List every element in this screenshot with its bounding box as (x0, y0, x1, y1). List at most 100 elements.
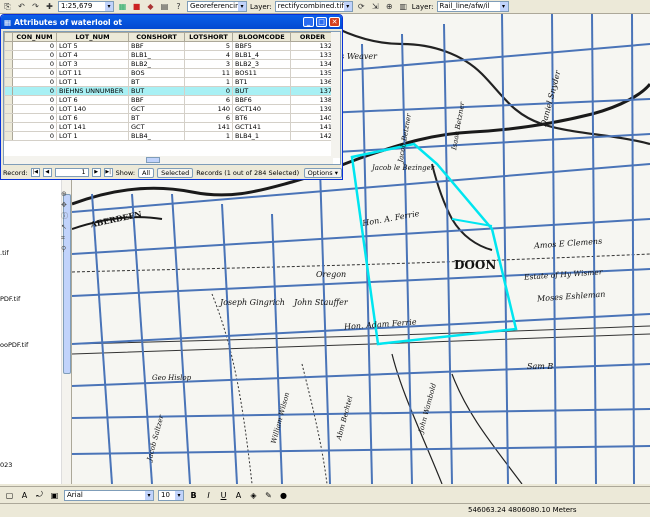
table-cell[interactable]: 0 (12, 50, 57, 60)
table-row[interactable]: 0 LOT 3 BLB2_ 3 BLB2_3 134 (4, 59, 335, 69)
maximize-button[interactable]: □ (316, 17, 327, 27)
toc-layer-item[interactable]: .tif (0, 249, 9, 257)
table-row[interactable]: 0 BIEHNS UNNUMBER BUT 0 BUT 137 (4, 86, 335, 96)
options-button[interactable]: Options ▾ (303, 167, 342, 178)
table-row[interactable]: 0 LOT 1 BT 1 BT1 136 (4, 77, 335, 87)
help-icon[interactable]: ? (173, 1, 184, 12)
toc-layer-item[interactable]: ooPDF.tif (0, 341, 28, 349)
table-row[interactable]: 0 LOT 6 BBF 6 BBF6 138 (4, 95, 335, 105)
table-row[interactable]: 0 LOT 6 BT 6 BT6 140 (4, 113, 335, 123)
table-cell[interactable]: 139 (290, 104, 335, 114)
model-builder-icon[interactable]: ◆ (145, 1, 156, 12)
table-cell[interactable]: 0 (12, 95, 57, 105)
table-cell[interactable]: 0 (12, 59, 57, 69)
pointer-icon[interactable]: ↖ (61, 223, 72, 231)
copy-icon[interactable]: ⎘ (2, 1, 13, 12)
table-cell[interactable]: 1 (184, 77, 233, 87)
table-cell[interactable]: LOT 4 (56, 50, 129, 60)
georeferencing-menu[interactable]: Georeferencing ▾ (187, 1, 247, 12)
last-record-button[interactable]: ▶| (103, 168, 113, 177)
row-selector[interactable] (4, 59, 13, 69)
layer-combo[interactable]: Rail_line/afw/il ▾ (436, 1, 509, 12)
table-cell[interactable]: LOT 141 (56, 122, 129, 132)
table-cell[interactable]: 137 (290, 86, 335, 96)
table-cell[interactable]: BUT (232, 86, 291, 96)
table-cell[interactable]: GCT (128, 122, 185, 132)
table-cell[interactable]: BIEHNS UNNUMBER (56, 86, 129, 96)
table-cell[interactable]: BOS11 (232, 68, 291, 78)
control-points-icon[interactable]: ⊕ (384, 1, 395, 12)
show-selected-button[interactable]: Selected (157, 167, 194, 178)
row-selector[interactable] (4, 50, 13, 60)
table-row[interactable]: 0 LOT 11 BOS 11 BOS11 135 (4, 68, 335, 78)
table-cell[interactable]: BBF (128, 95, 185, 105)
table-cell[interactable]: 5 (184, 41, 233, 51)
table-cell[interactable]: BLB1_4 (232, 50, 291, 60)
table-cell[interactable]: BT6 (232, 113, 291, 123)
table-cell[interactable]: 4 (184, 50, 233, 60)
arctoolbox-icon[interactable]: ■ (131, 1, 142, 12)
row-selector[interactable] (4, 41, 13, 51)
table-cell[interactable]: LOT 5 (56, 41, 129, 51)
identify-icon[interactable]: ⓘ (61, 212, 72, 220)
table-cell[interactable]: 141 (184, 122, 233, 132)
table-cell[interactable]: LOT 6 (56, 113, 129, 123)
select-elements-icon[interactable]: ▢ (4, 491, 15, 500)
table-cell[interactable]: BBF5 (232, 41, 291, 51)
table-cell[interactable]: 0 (12, 41, 57, 51)
minimize-button[interactable]: _ (303, 17, 314, 27)
table-cell[interactable]: BBF (128, 41, 185, 51)
table-row[interactable]: 0 LOT 4 BLB1_ 4 BLB1_4 133 (4, 50, 335, 60)
table-row[interactable]: 0 LOT 140 GCT 140 GCT140 139 (4, 104, 335, 114)
table-cell[interactable]: BT (128, 77, 185, 87)
row-selector[interactable] (4, 104, 13, 114)
editor-icon[interactable]: ▦ (117, 1, 128, 12)
table-cell[interactable]: 142 (290, 131, 335, 141)
bold-button[interactable]: B (188, 491, 199, 500)
table-cell[interactable]: BLB2_ (128, 59, 185, 69)
table-cell[interactable]: GCT141 (232, 122, 291, 132)
show-all-button[interactable]: All (138, 167, 155, 178)
scale-combo[interactable]: 1:25,679 ▾ (58, 1, 114, 12)
attribute-table-titlebar[interactable]: ▦ Attributes of waterlool ot _ □ ✕ (1, 15, 342, 29)
grid-horizontal-scrollbar[interactable] (4, 156, 333, 164)
table-cell[interactable]: LOT 3 (56, 59, 129, 69)
table-cell[interactable]: GCT140 (232, 104, 291, 114)
column-header[interactable]: CONSHORT (128, 32, 185, 42)
table-cell[interactable]: BLB4_1 (232, 131, 291, 141)
table-cell[interactable]: BT (128, 113, 185, 123)
pan-icon[interactable]: ✥ (61, 201, 72, 209)
undo-icon[interactable]: ↶ (16, 1, 27, 12)
redo-icon[interactable]: ↷ (30, 1, 41, 12)
line-color-icon[interactable]: ✎ (263, 491, 274, 500)
marker-color-icon[interactable]: ● (278, 491, 289, 500)
grid-vertical-scrollbar[interactable] (331, 32, 340, 158)
table-cell[interactable]: BT1 (232, 77, 291, 87)
zoom-in-icon[interactable]: ⊕ (61, 190, 72, 198)
grid-scroll-thumb[interactable] (146, 157, 160, 163)
table-cell[interactable]: 6 (184, 113, 233, 123)
record-number-input[interactable]: 1 (54, 168, 89, 177)
table-cell[interactable]: 11 (184, 68, 233, 78)
table-cell[interactable]: 3 (184, 59, 233, 69)
rotate-element-icon[interactable]: ⤾ (34, 490, 45, 500)
column-header[interactable]: LOT_NUM (56, 32, 129, 42)
table-cell[interactable]: LOT 1 (56, 77, 129, 87)
table-cell[interactable]: BUT (128, 86, 185, 96)
table-cell[interactable]: BOS (128, 68, 185, 78)
table-cell[interactable]: 132 (290, 41, 335, 51)
table-cell[interactable]: BLB1_ (128, 50, 185, 60)
row-selector[interactable] (4, 77, 13, 87)
table-cell[interactable]: 136 (290, 77, 335, 87)
georef-layer-combo[interactable]: rectifycombined.tif ▾ (274, 1, 353, 12)
italic-button[interactable]: I (203, 491, 214, 500)
column-header[interactable]: LOTSHORT (184, 32, 233, 42)
underline-button[interactable]: U (218, 491, 229, 500)
row-selector[interactable] (4, 113, 13, 123)
picture-icon[interactable]: ▣ (49, 491, 60, 500)
table-cell[interactable]: BBF6 (232, 95, 291, 105)
command-line-icon[interactable]: ▤ (159, 1, 170, 12)
table-cell[interactable]: 1 (184, 131, 233, 141)
font-name-combo[interactable]: Arial ▾ (64, 489, 154, 501)
row-selector-header[interactable] (4, 32, 13, 42)
